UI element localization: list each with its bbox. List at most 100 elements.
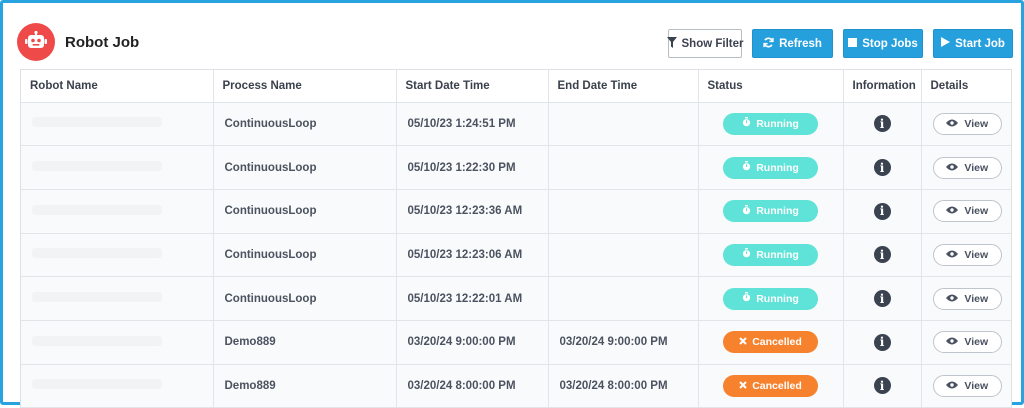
- process-name-cell: ContinuousLoop: [213, 189, 397, 234]
- view-label: View: [964, 336, 989, 349]
- details-cell: View: [921, 102, 1011, 147]
- show-filter-button[interactable]: Show Filter: [666, 29, 744, 58]
- refresh-button[interactable]: Refresh: [752, 29, 833, 58]
- start-date-cell: 05/10/23 12:23:36 AM: [396, 189, 549, 234]
- process-name-cell: Demo889: [213, 320, 397, 365]
- eye-icon: [946, 380, 959, 392]
- robot-icon: [17, 23, 55, 61]
- table-body: ContinuousLoop 05/10/23 1:24:51 PM Running…: [21, 102, 1011, 408]
- stopwatch-icon: [742, 204, 751, 218]
- status-badge: Cancelled: [723, 331, 818, 354]
- table-row[interactable]: ContinuousLoop 05/10/23 1:22:30 PM Running…: [21, 145, 1011, 190]
- status-badge: Cancelled: [723, 374, 818, 397]
- end-date-cell: [548, 233, 699, 278]
- information-cell: i: [843, 189, 922, 234]
- redacted-robot-name: [32, 335, 162, 346]
- table-row[interactable]: ContinuousLoop 05/10/23 1:24:51 PM Running…: [21, 102, 1011, 147]
- status-label: Running: [756, 292, 799, 305]
- column-header-status[interactable]: Status: [698, 70, 844, 103]
- start-job-button[interactable]: Start Job: [933, 29, 1013, 58]
- status-badge: Running: [723, 200, 818, 223]
- column-header-robot-name[interactable]: Robot Name: [21, 70, 214, 103]
- process-name-cell: ContinuousLoop: [213, 145, 397, 190]
- status-label: Cancelled: [752, 379, 802, 392]
- toolbar: Show Filter Refresh Stop Jobs Start Job: [666, 29, 1013, 58]
- information-cell: i: [843, 102, 922, 147]
- process-name-cell: ContinuousLoop: [213, 233, 397, 278]
- status-cell: Running: [698, 233, 844, 278]
- table-row[interactable]: ContinuousLoop 05/10/23 12:23:36 AM Runnin…: [21, 189, 1011, 234]
- eye-icon: [946, 293, 959, 305]
- column-header-end-date-time[interactable]: End Date Time: [548, 70, 699, 103]
- robot-name-cell: [21, 276, 214, 321]
- page-title: Robot Job: [65, 33, 140, 51]
- stopwatch-icon: [742, 161, 751, 174]
- eye-icon: [946, 249, 959, 261]
- status-cell: Running: [698, 189, 844, 234]
- info-icon[interactable]: i: [873, 377, 891, 395]
- eye-icon: [946, 162, 959, 174]
- info-icon[interactable]: i: [873, 290, 891, 308]
- info-icon[interactable]: i: [873, 246, 891, 264]
- table-row[interactable]: ContinuousLoop 05/10/23 12:22:01 AM Runnin…: [21, 276, 1011, 321]
- info-icon[interactable]: i: [873, 202, 891, 220]
- robot-jobs-table: Robot Name Process Name Start Date Time …: [20, 69, 1012, 408]
- status-cell: Cancelled: [698, 364, 844, 408]
- information-cell: i: [843, 364, 922, 408]
- stop-jobs-button[interactable]: Stop Jobs: [843, 29, 923, 58]
- close-icon: [739, 336, 747, 348]
- robot-name-cell: [21, 102, 214, 147]
- show-filter-label: Show Filter: [681, 37, 744, 50]
- start-job-label: Start Job: [955, 37, 1005, 50]
- view-button[interactable]: View: [932, 243, 1002, 266]
- column-header-process-name[interactable]: Process Name: [213, 70, 397, 103]
- status-badge: Running: [723, 112, 818, 135]
- view-button[interactable]: View: [932, 156, 1002, 179]
- eye-icon: [946, 118, 959, 130]
- view-button[interactable]: View: [932, 287, 1002, 310]
- view-label: View: [964, 248, 989, 261]
- redacted-robot-name: [32, 117, 162, 128]
- info-icon[interactable]: i: [873, 159, 891, 177]
- table-row[interactable]: Demo889 03/20/24 9:00:00 PM 03/20/24 9:00:…: [21, 320, 1011, 365]
- details-cell: View: [921, 320, 1011, 365]
- details-cell: View: [921, 233, 1011, 278]
- details-cell: View: [921, 364, 1011, 408]
- end-date-cell: [548, 276, 699, 321]
- table-row[interactable]: Demo889 03/20/24 8:00:00 PM 03/20/24 8:00:…: [21, 364, 1011, 408]
- app-frame: Robot Job Show Filter Refresh Stop Jobs …: [0, 0, 1024, 408]
- process-name-cell: ContinuousLoop: [213, 102, 397, 147]
- table-header-row: Robot Name Process Name Start Date Time …: [21, 70, 1011, 103]
- status-cell: Cancelled: [698, 320, 844, 365]
- information-cell: i: [843, 233, 922, 278]
- view-button[interactable]: View: [932, 200, 1002, 223]
- status-label: Running: [756, 161, 799, 174]
- close-icon: [739, 380, 747, 392]
- information-cell: i: [843, 276, 922, 321]
- info-icon[interactable]: i: [873, 333, 891, 351]
- status-label: Running: [756, 117, 799, 130]
- redacted-robot-name: [32, 292, 162, 303]
- status-label: Cancelled: [752, 336, 802, 349]
- redacted-robot-name: [32, 248, 162, 259]
- refresh-icon: [763, 37, 774, 51]
- view-label: View: [964, 379, 989, 392]
- details-cell: View: [921, 145, 1011, 190]
- table-row[interactable]: ContinuousLoop 05/10/23 12:23:06 AM Runnin…: [21, 233, 1011, 278]
- view-button[interactable]: View: [932, 374, 1002, 397]
- stop-jobs-label: Stop Jobs: [862, 37, 918, 50]
- stop-icon: [848, 37, 858, 50]
- end-date-cell: [548, 102, 699, 147]
- column-header-start-date-time[interactable]: Start Date Time: [396, 70, 549, 103]
- view-button[interactable]: View: [932, 331, 1002, 354]
- start-date-cell: 03/20/24 8:00:00 PM: [396, 364, 549, 408]
- start-date-cell: 05/10/23 12:23:06 AM: [396, 233, 549, 278]
- eye-icon: [946, 336, 959, 348]
- robot-name-cell: [21, 364, 214, 408]
- robot-name-cell: [21, 320, 214, 365]
- end-date-cell: 03/20/24 8:00:00 PM: [548, 364, 699, 408]
- view-label: View: [964, 117, 989, 130]
- information-cell: i: [843, 320, 922, 365]
- info-icon[interactable]: i: [873, 115, 891, 133]
- view-button[interactable]: View: [932, 112, 1002, 135]
